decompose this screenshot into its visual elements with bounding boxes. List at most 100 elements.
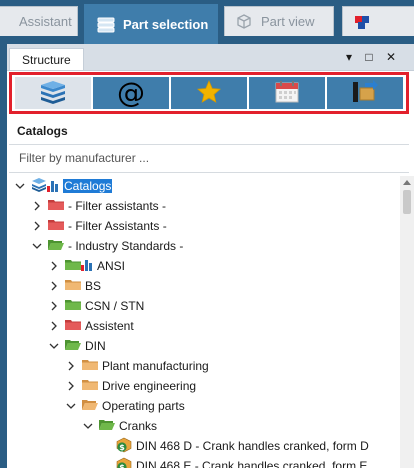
tree-node-label: DIN [85, 339, 106, 353]
chevron-right-icon[interactable] [47, 299, 61, 313]
tree-node[interactable]: Plant manufacturing [7, 356, 393, 376]
svg-text:$: $ [119, 443, 125, 452]
structure-panel: Structure ▾ □ ✕ @ Catalogs Filter by man… [7, 44, 414, 468]
tree-node-label: - Filter Assistants - [68, 219, 167, 233]
red-folder-icon [65, 319, 81, 334]
chevron-down-icon: ▾ [345, 50, 353, 64]
tree-node[interactable]: ANSI [7, 256, 393, 276]
catalogs-button[interactable] [15, 77, 91, 109]
scroll-up-icon[interactable] [400, 176, 414, 188]
cube-icon [235, 13, 253, 31]
chevron-right-icon[interactable] [47, 259, 61, 273]
tree-node[interactable]: - Filter assistants - [7, 196, 393, 216]
puzzle-icon [353, 13, 371, 31]
tree-node[interactable]: Catalogs [7, 176, 393, 196]
green-folder-chart-icon [65, 259, 93, 274]
green-folder-icon [65, 299, 81, 314]
chevron-right-icon[interactable] [64, 379, 78, 393]
tree-node[interactable]: $ DIN 468 E - Crank handles cranked, form… [7, 456, 393, 468]
tree-node-label: Operating parts [102, 399, 185, 413]
at-sign-icon: @ [117, 76, 145, 109]
tab-part-view[interactable]: Part view [224, 6, 334, 36]
close-icon: ✕ [385, 50, 397, 64]
part-icon: $ [116, 457, 132, 468]
tree-node[interactable]: $ DIN 468 D - Crank handles cranked, form… [7, 436, 393, 456]
layers-icon [97, 16, 115, 34]
tree-node-label: CSN / STN [85, 299, 145, 313]
tree-node-label: - Filter assistants - [68, 199, 167, 213]
part-icon: $ [116, 437, 132, 456]
tree-node[interactable]: Assistent [7, 316, 393, 336]
tree-node-label: DIN 468 D - Crank handles cranked, form … [136, 439, 369, 453]
tree-node-label: Drive engineering [102, 379, 197, 393]
chevron-down-icon[interactable] [81, 419, 95, 433]
catalog-stack-icon [38, 79, 68, 108]
green-folder-open-icon [99, 419, 115, 434]
tree-node[interactable]: Cranks [7, 416, 393, 436]
favorites-button[interactable] [171, 77, 247, 109]
manufacturer-filter-input[interactable] [9, 145, 405, 171]
tree-node-label: DIN 468 E - Crank handles cranked, form … [136, 459, 368, 468]
search-button[interactable]: @ [93, 77, 169, 109]
tree-node[interactable]: - Industry Standards - [7, 236, 393, 256]
tab-part-view-label: Part view [261, 14, 315, 29]
tab-assistant-label: Assistant [19, 14, 72, 29]
catalogs-heading: Catalogs [17, 124, 68, 138]
calendar-icon [274, 80, 300, 107]
chevron-right-icon[interactable] [64, 359, 78, 373]
maximize-icon: □ [365, 50, 373, 64]
tree-node-label: ANSI [97, 259, 126, 273]
red-folder-icon [48, 219, 64, 234]
tree-node-label: Catalogs [63, 179, 113, 193]
red-folder-icon [48, 199, 64, 214]
catalog-tree: Catalogs - Filter assistants - - Filter As… [7, 176, 393, 468]
green-folder-open-icon [48, 239, 64, 254]
orange-folder-open-icon [82, 399, 98, 414]
tab-part-selection-label: Part selection [123, 17, 209, 32]
tree-node-label: Plant manufacturing [102, 359, 209, 373]
chevron-down-icon[interactable] [30, 239, 44, 253]
tree-scrollbar[interactable] [400, 176, 414, 468]
catalog-root-icon [31, 177, 59, 195]
chevron-right-icon[interactable] [30, 219, 44, 233]
scrollbar-thumb[interactable] [403, 190, 411, 214]
tree-node[interactable]: DIN [7, 336, 393, 356]
chevron-down-icon[interactable] [47, 339, 61, 353]
catalog-toolbar: @ [9, 72, 409, 114]
tree-node[interactable]: Operating parts [7, 396, 393, 416]
tree-node[interactable]: Drive engineering [7, 376, 393, 396]
star-icon [196, 79, 222, 108]
orange-folder-icon [65, 279, 81, 294]
chevron-right-icon[interactable] [30, 199, 44, 213]
chevron-down-icon[interactable] [64, 399, 78, 413]
panel-titlebar: Structure ▾ □ ✕ [7, 44, 414, 71]
tab-structure[interactable]: Structure [9, 48, 84, 70]
history-button[interactable] [249, 77, 325, 109]
chevron-down-icon[interactable] [13, 179, 27, 193]
tab-extra[interactable] [342, 6, 414, 36]
tree-node[interactable]: CSN / STN [7, 296, 393, 316]
panel-maximize-button[interactable]: □ [361, 49, 377, 65]
orange-folder-icon [82, 359, 98, 374]
chevron-right-icon[interactable] [47, 319, 61, 333]
panel-menu-button[interactable]: ▾ [341, 49, 357, 65]
export-button[interactable] [327, 77, 403, 109]
tab-assistant[interactable]: Assistant [0, 6, 78, 36]
tree-node-label: Cranks [119, 419, 158, 433]
tree-node-label: Assistent [85, 319, 134, 333]
green-folder-open-icon [65, 339, 81, 354]
tab-part-selection[interactable]: Part selection [84, 4, 218, 44]
tree-node-label: - Industry Standards - [68, 239, 184, 253]
panel-close-button[interactable]: ✕ [383, 49, 399, 65]
export-icon [351, 79, 379, 108]
document-tab-strip: Assistant Part selection Part view [0, 0, 414, 44]
tree-node-label: BS [85, 279, 102, 293]
tree-node[interactable]: - Filter Assistants - [7, 216, 393, 236]
tab-structure-label: Structure [22, 52, 71, 67]
svg-text:$: $ [119, 463, 125, 468]
orange-folder-icon [82, 379, 98, 394]
tree-node[interactable]: BS [7, 276, 393, 296]
chevron-right-icon[interactable] [47, 279, 61, 293]
